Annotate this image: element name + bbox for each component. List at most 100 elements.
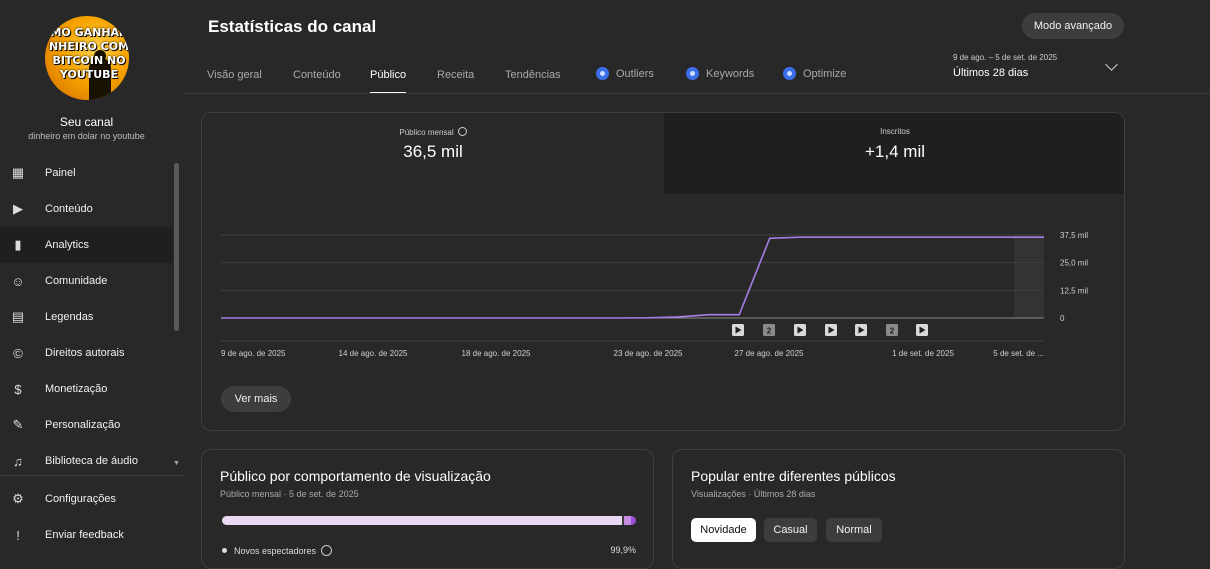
sidebar-divider xyxy=(0,475,184,476)
analytics-icon: ▮ xyxy=(14,237,22,252)
tab-label: Público xyxy=(370,69,407,81)
partial-period-shade xyxy=(1014,235,1044,318)
y-tick-label: 12,5 mil xyxy=(1060,286,1088,295)
sidebar-item-label: Enviar feedback xyxy=(45,529,124,541)
sidebar-item-audio-library[interactable]: ♫ Biblioteca de áudio xyxy=(0,443,173,479)
sidebar-item-community[interactable]: ☺ Comunidade xyxy=(0,263,173,299)
sidebar-item-label: Painel xyxy=(45,167,76,179)
customization-icon: ✎ xyxy=(12,417,24,432)
sidebar-item-label: Direitos autorais xyxy=(45,347,125,359)
see-more-button[interactable]: Ver mais xyxy=(221,386,291,412)
copyright-icon: © xyxy=(13,345,23,361)
x-tick-label: 14 de ago. de 2025 xyxy=(339,349,409,358)
bar-segment-new xyxy=(222,516,623,525)
sidebar-item-dashboard[interactable]: ▦ Painel xyxy=(0,155,173,191)
y-tick-label: 0 xyxy=(1060,314,1065,323)
sidebar-item-monetization[interactable]: $ Monetização xyxy=(0,371,173,407)
metric-monthly-audience-value: 36,5 mil xyxy=(403,142,463,161)
video-marker-icon[interactable] xyxy=(825,324,837,336)
multi-video-marker-icon[interactable]: 2 xyxy=(763,324,775,336)
viewing-behavior-title: Público por comportamento de visualizaçã… xyxy=(220,468,491,484)
channel-avatar[interactable]: MO GANHAR NHEIRO COM BITCOIN NO YOUTUBE xyxy=(45,16,129,100)
tab-publico[interactable]: Público xyxy=(370,60,407,94)
sidebar-item-label: Biblioteca de áudio xyxy=(45,455,138,467)
metric-monthly-audience[interactable]: Público mensal 36,5 mil xyxy=(202,113,664,194)
community-icon: ☺ xyxy=(11,273,25,289)
date-range-dates: 9 de ago. – 5 de set. de 2025 xyxy=(953,53,1058,62)
advanced-mode-button[interactable]: Modo avançado xyxy=(1022,13,1124,39)
video-marker-icon[interactable] xyxy=(794,324,806,336)
bar-segment-casual xyxy=(624,516,632,525)
svg-text:2: 2 xyxy=(767,327,772,336)
multi-video-marker-icon[interactable]: 2 xyxy=(886,324,898,336)
sidebar-item-label: Personalização xyxy=(45,419,121,431)
x-tick-label: 27 de ago. de 2025 xyxy=(735,349,805,358)
feedback-icon: ! xyxy=(16,527,20,543)
viewing-behavior-card: Público por comportamento de visualizaçã… xyxy=(201,449,654,569)
sidebar-item-content[interactable]: ▶ Conteúdo xyxy=(0,191,173,227)
sidebar-item-feedback[interactable]: ! Enviar feedback xyxy=(0,517,173,553)
metric-subscribers-value: +1,4 mil xyxy=(865,142,925,161)
bar-segment-regular xyxy=(631,516,636,525)
tab-outliers[interactable]: Outliers xyxy=(596,60,654,94)
viewing-behavior-bar[interactable] xyxy=(222,516,636,525)
chip-novidade[interactable]: Novidade xyxy=(691,518,756,542)
channel-name: Seu canal xyxy=(59,115,114,129)
audience-overview-card: Público mensal 36,5 mil Inscritos +1,4 m… xyxy=(201,112,1125,431)
tab-label: Optimize xyxy=(803,68,847,80)
viewing-behavior-subtitle: Público mensal · 5 de set. de 2025 xyxy=(220,489,359,499)
audio-library-icon: ♫ xyxy=(13,453,23,469)
sidebar-item-customization[interactable]: ✎ Personalização xyxy=(0,407,173,443)
series-line[interactable] xyxy=(221,236,1044,319)
svg-text:2: 2 xyxy=(890,327,895,336)
chip-normal[interactable]: Normal xyxy=(826,518,882,542)
metric-monthly-audience-label-row: Público mensal xyxy=(202,127,664,137)
x-tick-label: 18 de ago. de 2025 xyxy=(462,349,532,358)
audience-line-chart[interactable]: 37,5 mil 25,0 mil 12,5 mil 0 2 2 9 de ago. de … xyxy=(202,194,1125,431)
metric-subscribers[interactable]: Inscritos +1,4 mil xyxy=(664,113,1124,194)
header-divider xyxy=(184,93,1210,94)
extension-icon xyxy=(783,67,796,80)
scroll-down-arrow-icon[interactable]: ▼ xyxy=(173,460,180,467)
extension-icon xyxy=(596,67,609,80)
sidebar-item-subtitles[interactable]: ▤ Legendas xyxy=(0,299,173,335)
chevron-down-icon[interactable] xyxy=(1105,58,1118,71)
legend-new-viewers-label: Novos espectadores xyxy=(234,546,317,556)
clock-icon xyxy=(457,127,467,136)
avatar-text: MO GANHAR NHEIRO COM BITCOIN NO YOUTUBE xyxy=(48,26,129,81)
tab-tendencias[interactable]: Tendências xyxy=(505,60,561,94)
metric-subscribers-label: Inscritos xyxy=(880,127,910,136)
content-icon: ▶ xyxy=(13,201,23,216)
info-icon[interactable] xyxy=(321,545,333,556)
legend-new-viewers: Novos espectadores 99,9% xyxy=(222,545,636,556)
video-marker-icon[interactable] xyxy=(855,324,867,336)
tab-keywords[interactable]: Keywords xyxy=(686,60,754,94)
chip-casual[interactable]: Casual xyxy=(764,518,817,542)
date-range-label: Últimos 28 dias xyxy=(953,67,1029,79)
tab-label: Visão geral xyxy=(207,69,262,81)
sidebar-item-gear[interactable]: ⚙ Configurações xyxy=(0,481,173,517)
dashboard-icon: ▦ xyxy=(11,165,25,180)
video-marker-icon[interactable] xyxy=(916,324,928,336)
gear-icon: ⚙ xyxy=(12,491,24,506)
sidebar-item-copyright[interactable]: © Direitos autorais xyxy=(0,335,173,371)
popular-title: Popular entre diferentes públicos xyxy=(691,468,896,484)
popular-subtitle: Visualizações · Últimos 28 dias xyxy=(691,489,816,499)
monetization-icon: $ xyxy=(14,381,22,397)
tab-optimize[interactable]: Optimize xyxy=(783,60,846,94)
sidebar-item-analytics[interactable]: ▮ Analytics xyxy=(0,227,173,263)
sidebar-item-label: Comunidade xyxy=(45,275,108,287)
tab-conteudo[interactable]: Conteúdo xyxy=(293,60,341,94)
video-marker-icon[interactable] xyxy=(732,324,744,336)
extension-icon xyxy=(686,67,699,80)
page-title: Estatísticas do canal xyxy=(208,17,377,36)
sidebar-item-label: Legendas xyxy=(45,311,94,323)
tab-receita[interactable]: Receita xyxy=(437,60,474,94)
subtitles-icon: ▤ xyxy=(11,309,25,324)
tab-visao-geral[interactable]: Visão geral xyxy=(207,60,262,94)
sidebar: MO GANHAR NHEIRO COM BITCOIN NO YOUTUBE … xyxy=(0,0,184,554)
tab-label: Tendências xyxy=(505,69,561,81)
x-tick-label: 5 de set. de ... xyxy=(993,349,1044,358)
x-tick-label: 9 de ago. de 2025 xyxy=(221,349,286,358)
sidebar-scrollbar[interactable] xyxy=(174,163,179,331)
